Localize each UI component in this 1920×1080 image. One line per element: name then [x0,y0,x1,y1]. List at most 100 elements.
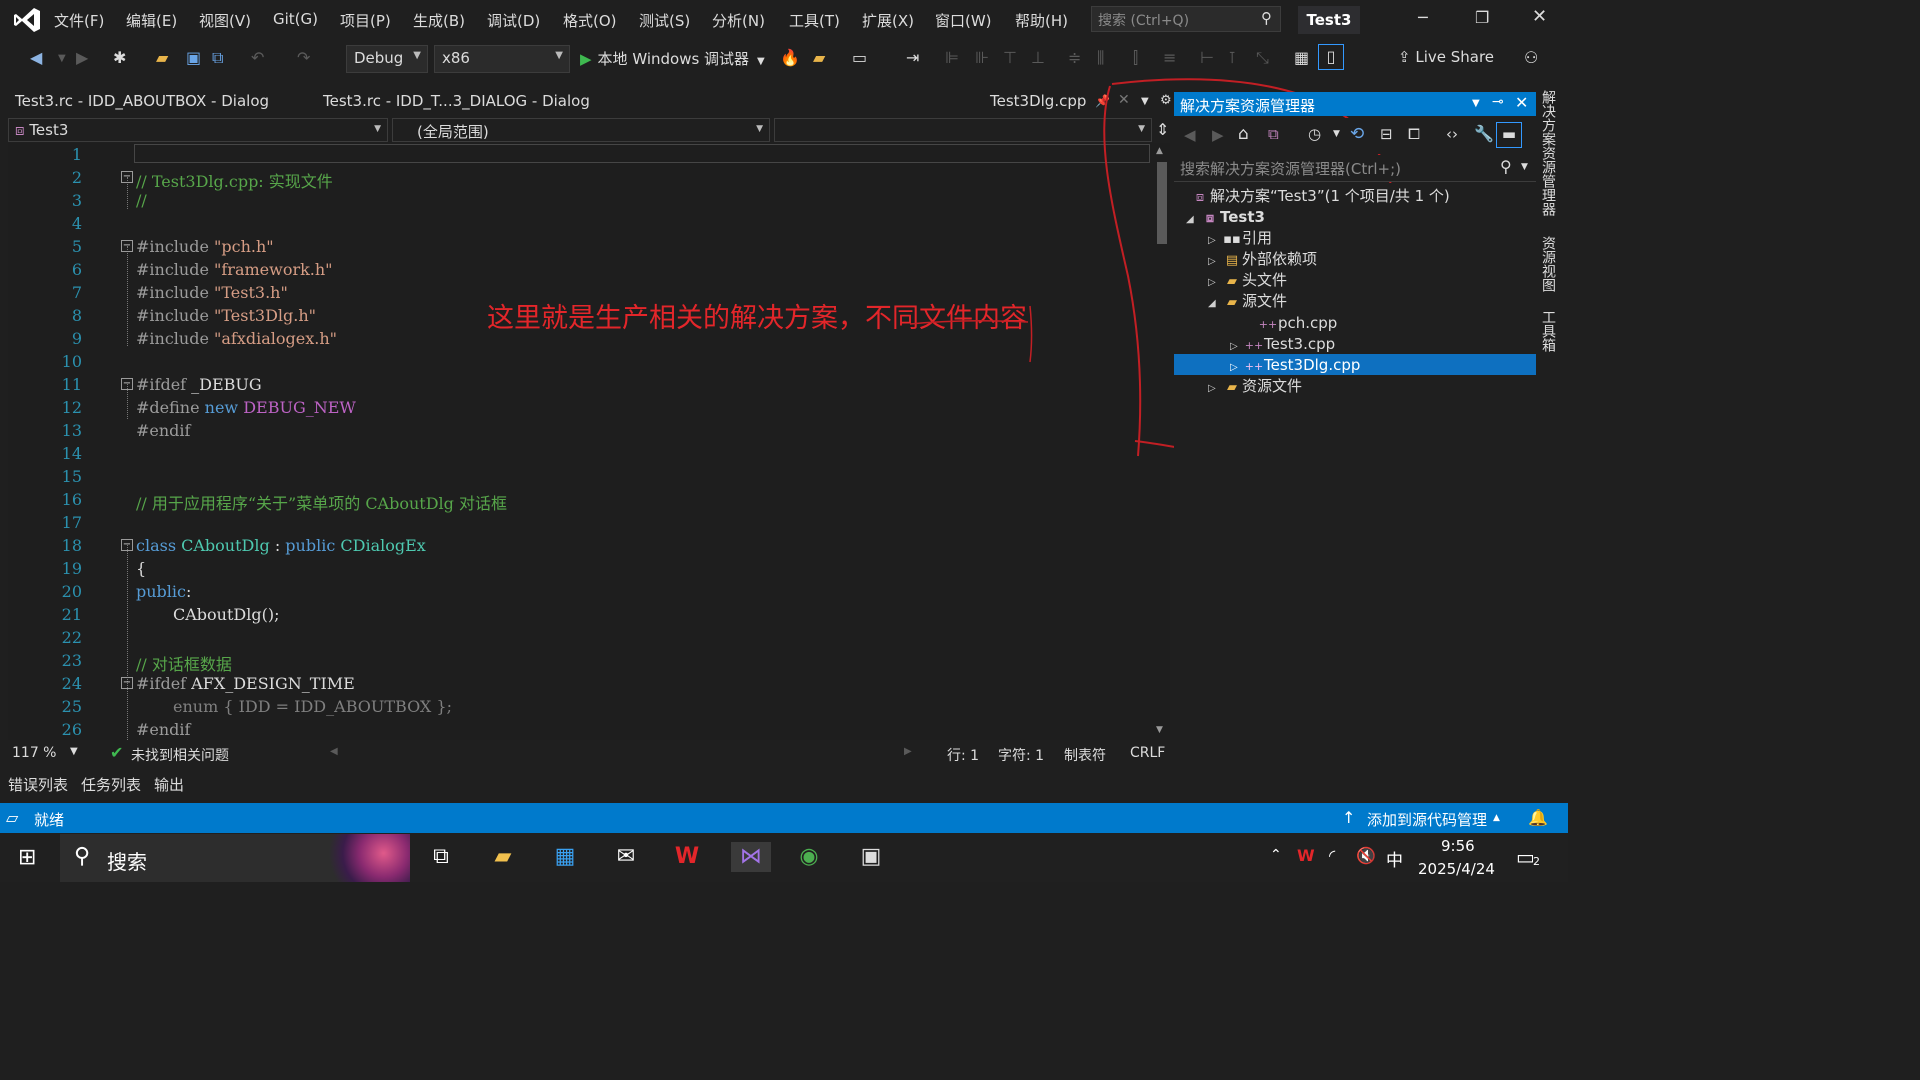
menu-file[interactable]: 文件(F) [54,10,104,31]
file-explorer-icon[interactable]: ▰ [486,842,520,872]
fold-toggle-icon[interactable]: − [121,378,133,390]
back-icon[interactable]: ◀ [30,48,42,67]
live-share-button[interactable]: ⇪ Live Share [1398,48,1494,66]
collapsed-icon[interactable]: ▷ [1208,272,1222,293]
chevron-down-icon[interactable]: ▼ [1333,129,1340,139]
zoom-level[interactable]: 117 % [12,745,56,761]
redo-icon[interactable]: ↷ [297,48,310,67]
tree-item-file-pch[interactable]: ++pch.cpp [1258,313,1338,334]
menu-debug[interactable]: 调试(D) [487,10,540,31]
tab-main-dialog[interactable]: Test3.rc - IDD_T...3_DIALOG - Dialog [323,92,590,114]
add-to-source-control-button[interactable]: 添加到源代码管理 [1367,809,1487,830]
switch-views-icon[interactable]: ⧉ [1268,125,1279,143]
menu-format[interactable]: 格式(O) [563,10,617,31]
windows-start-icon[interactable]: ⊞ [18,845,36,870]
scroll-left-icon[interactable]: ◀ [330,746,338,757]
pin-icon[interactable]: ⊸ [1492,94,1504,110]
fold-toggle-icon[interactable]: − [121,677,133,689]
output-window-icon[interactable]: ▱ [6,808,18,827]
scroll-right-icon[interactable]: ▶ [904,746,912,757]
visual-studio-taskbar-icon[interactable]: ⋈ [731,842,771,872]
menu-project[interactable]: 项目(P) [340,10,391,31]
chevron-down-icon[interactable]: ▼ [1521,162,1528,172]
pending-changes-icon[interactable]: ◷ [1308,125,1321,143]
chevron-down-icon[interactable]: ▼ [1472,98,1480,109]
input-method-indicator[interactable]: 中 [1386,846,1403,871]
global-search-input[interactable]: 搜索 (Ctrl+Q) ⚲ [1091,6,1281,32]
undo-icon[interactable]: ↶ [251,48,264,67]
wps-office-icon[interactable]: W [670,842,704,872]
home-icon[interactable]: ⌂ [1238,124,1249,144]
notifications-bell-icon[interactable]: 🔔 [1528,808,1548,827]
scroll-down-icon[interactable]: ▼ [1156,725,1163,735]
expanded-icon[interactable]: ◢ [1186,209,1200,230]
tree-item-solution[interactable]: ⧈ 解决方案“Test3”(1 个项目/共 1 个) [1190,186,1450,207]
space-across-icon[interactable]: ⫿ [1133,48,1138,68]
taskbar-search-box[interactable]: ⚲ 搜索 [60,834,410,882]
minimize-icon[interactable]: ─ [1418,8,1428,27]
space-down-icon[interactable]: ≡ [1163,48,1176,67]
tree-item-header-files[interactable]: ▷ ▰ 头文件 [1208,270,1287,291]
wps-tray-icon[interactable]: W [1297,846,1315,865]
tree-item-file-test3dlg[interactable]: ▷ ++Test3Dlg.cpp [1230,355,1360,376]
menu-test[interactable]: 测试(S) [639,10,690,31]
chevron-up-icon[interactable]: ⌃ [1270,847,1282,863]
cursor-char[interactable]: 字符: 1 [998,745,1044,765]
menu-extensions[interactable]: 扩展(X) [862,10,914,31]
tree-item-file-test3[interactable]: ▷ ++Test3.cpp [1230,334,1335,355]
tab-task-list[interactable]: 任务列表 [81,774,141,795]
menu-git[interactable]: Git(G) [273,10,318,28]
hot-reload-icon[interactable]: 🔥 [780,48,800,67]
center-vertical-icon[interactable]: ≑ [1068,48,1081,67]
fold-toggle-icon[interactable]: − [121,171,133,183]
open-folder-icon[interactable]: ▰ [156,48,168,67]
make-same-height-icon[interactable]: ⊺ [1228,48,1236,67]
make-same-width-icon[interactable]: ⊢ [1200,48,1214,67]
mail-icon[interactable]: ✉ [609,842,643,872]
save-icon[interactable]: ▣ [186,48,201,67]
save-all-icon[interactable]: ⧉ [212,48,223,68]
collapsed-icon[interactable]: ▷ [1208,251,1222,272]
task-view-icon[interactable]: ⧉ [424,842,458,872]
restore-icon[interactable]: ❐ [1475,8,1489,27]
grid-icon[interactable]: ▦ [1294,48,1309,67]
solution-folder-icon[interactable]: ▰ [813,48,825,67]
menu-edit[interactable]: 编辑(E) [126,10,177,31]
tab-error-list[interactable]: 错误列表 [8,774,68,795]
align-top-icon[interactable]: ⊤ [1003,48,1017,67]
collapse-all-icon[interactable]: ⊟ [1380,125,1393,143]
volume-muted-icon[interactable]: 🔇 [1356,846,1376,865]
side-tab-resource-view[interactable]: 资源视图 [1538,236,1558,292]
solution-explorer-search-input[interactable]: 搜索解决方案资源管理器(Ctrl+;) ⚲ ▼ [1174,155,1536,182]
view-code-icon[interactable]: ‹› [1446,125,1458,143]
menu-help[interactable]: 帮助(H) [1015,10,1068,31]
tab-aboutbox-dialog[interactable]: Test3.rc - IDD_ABOUTBOX - Dialog [15,92,269,114]
tree-item-external-deps[interactable]: ▷ ▤ 外部依赖项 [1208,249,1317,270]
menu-view[interactable]: 视图(V) [199,10,251,31]
fold-toggle-icon[interactable]: − [121,240,133,252]
start-debugging-button[interactable]: ▶ 本地 Windows 调试器 ▼ [580,48,765,69]
align-left-icon[interactable]: ⊫ [945,48,959,67]
side-tab-toolbox[interactable]: 工具箱 [1538,310,1558,352]
tree-item-resource-files[interactable]: ▷ ▰ 资源文件 [1208,376,1302,397]
menu-tools[interactable]: 工具(T) [789,10,840,31]
expanded-icon[interactable]: ◢ [1208,293,1222,314]
fold-toggle-icon[interactable]: − [121,539,133,551]
menu-build[interactable]: 生成(B) [413,10,465,31]
side-tab-solution-explorer[interactable]: 解决方案资源管理器 [1538,90,1558,216]
back-icon[interactable]: ◀ [1184,126,1196,144]
account-icon[interactable]: ⚇ [1524,48,1538,67]
collapsed-icon[interactable]: ▷ [1208,378,1222,399]
indentation-mode[interactable]: 制表符 [1064,745,1106,765]
close-icon[interactable]: ✕ [1515,93,1528,112]
preview-selected-icon[interactable]: ▬ [1496,122,1522,148]
collapsed-icon[interactable]: ▷ [1208,230,1222,251]
tab-output[interactable]: 输出 [154,774,184,795]
chrome-icon[interactable]: ◉ [792,842,826,872]
cursor-line[interactable]: 行: 1 [947,745,979,765]
visual-studio-logo-icon[interactable] [12,6,42,34]
step-icon[interactable]: ⇥ [906,48,919,67]
microsoft-store-icon[interactable]: ▦ [548,842,582,872]
chevron-down-icon[interactable]: ▼ [70,746,78,757]
close-icon[interactable]: ✕ [1532,6,1547,27]
